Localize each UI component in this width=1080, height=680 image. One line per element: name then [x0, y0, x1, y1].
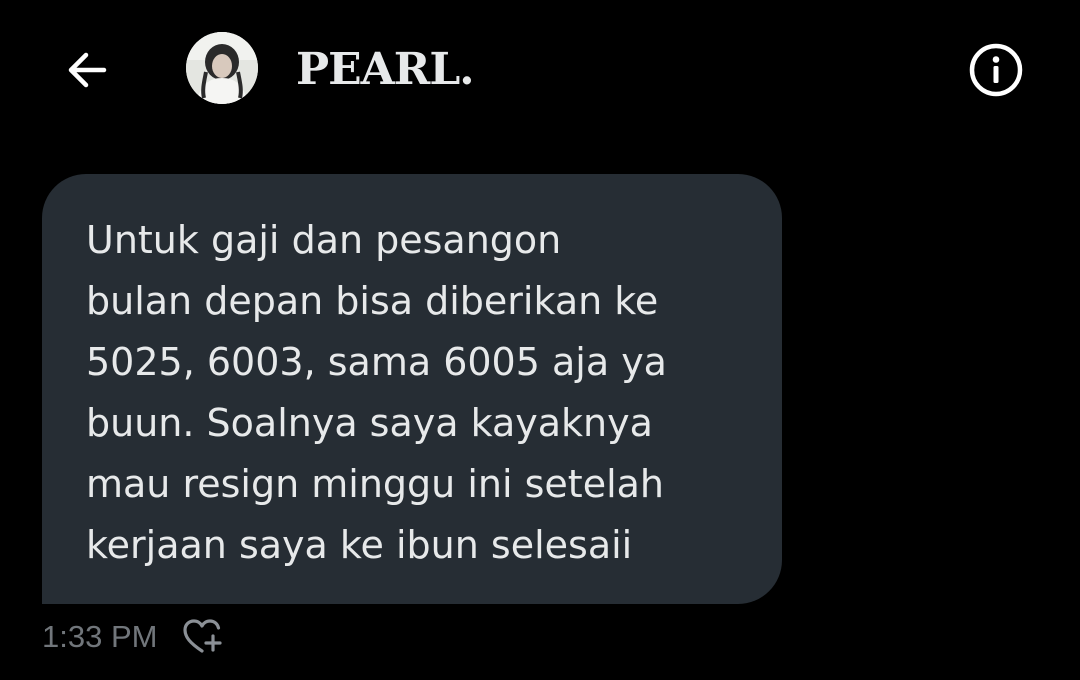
info-circle-icon [969, 43, 1023, 97]
conversation-header: PEARL. [0, 0, 1080, 140]
message-bubble[interactable]: Untuk gaji dan pesangon bulan depan bisa… [42, 174, 782, 604]
arrow-left-icon [68, 52, 107, 88]
message-text-line: bulan depan bisa diberikan ke [86, 279, 659, 323]
contact-name[interactable]: PEARL. [296, 40, 475, 100]
heart-add-icon [183, 619, 223, 653]
message-text-line: Untuk gaji dan pesangon [86, 218, 562, 262]
avatar[interactable] [186, 32, 258, 104]
message-text-line: kerjaan saya ke ibun selesaii [86, 523, 633, 567]
add-reaction-button[interactable] [181, 615, 225, 659]
message-text-line: mau resign minggu ini setelah [86, 462, 664, 506]
info-button[interactable] [966, 40, 1026, 100]
message-timestamp: 1:33 PM [42, 619, 158, 654]
message-text-line: 5025, 6003, sama 6005 aja ya [86, 340, 667, 384]
message-text-line: buun. Soalnya saya kayaknya [86, 401, 653, 445]
avatar-image [186, 32, 258, 104]
message-meta: 1:33 PM [42, 614, 225, 660]
dm-conversation-screen: PEARL. Untuk gaji dan pesangon bulan dep… [0, 0, 1080, 680]
back-button[interactable] [56, 40, 116, 100]
